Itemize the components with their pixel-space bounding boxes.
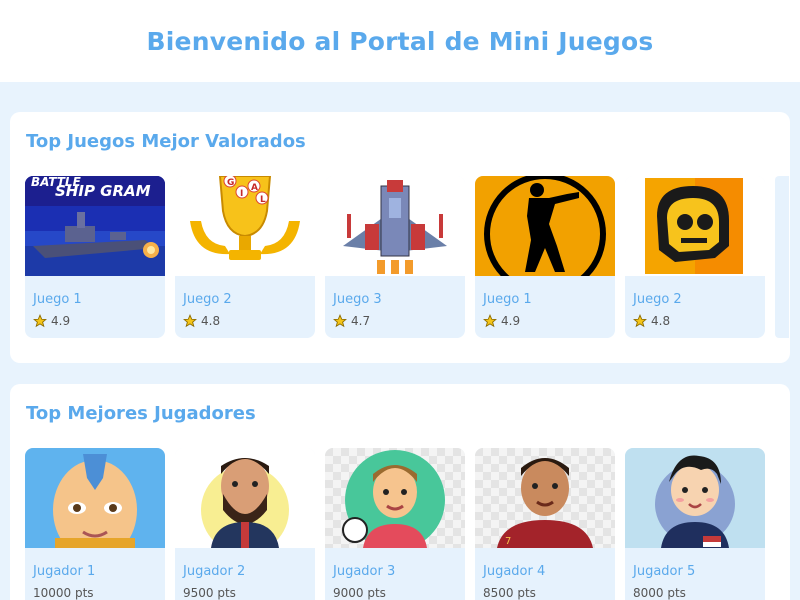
game-rating: 4.9: [33, 314, 70, 328]
player-score: 9000 pts: [333, 586, 386, 600]
player-name: Jugador 2: [183, 564, 246, 579]
player-avatar: [325, 448, 465, 548]
page-header: Bienvenido al Portal de Mini Juegos: [0, 0, 800, 82]
game-thumbnail-trophy: G I A L: [175, 176, 315, 276]
rating-value: 4.9: [51, 314, 71, 328]
player-card[interactable]: Jugador 3 9000 pts: [325, 448, 465, 600]
svg-text:7: 7: [505, 536, 511, 547]
game-name: Juego 2: [633, 292, 682, 307]
rating-value: 4.8: [651, 314, 671, 328]
thumb-title-text: SHIP GRAM: [55, 182, 151, 200]
game-thumbnail-soldier: [475, 176, 615, 276]
rating-value: 4.9: [501, 314, 521, 328]
game-card[interactable]: Juego 3 4.7: [325, 176, 465, 338]
player-avatar: [25, 448, 165, 548]
game-name: Juego 3: [333, 292, 382, 307]
game-rating: 4.7: [333, 314, 370, 328]
player-card[interactable]: 7 Jugador 4 8500 pts: [475, 448, 615, 600]
top-players-title: Top Mejores Jugadores: [26, 403, 256, 424]
rating-value: 4.8: [201, 314, 221, 328]
top-games-section: Top Juegos Mejor Valorados BATTLE SHIP G: [10, 112, 790, 363]
star-icon: [483, 314, 497, 328]
player-name: Jugador 4: [483, 564, 546, 579]
game-rating: 4.8: [183, 314, 220, 328]
game-card[interactable]: Juego 2 4.8: [625, 176, 765, 338]
player-card[interactable]: Jugador 5 8000 pts: [625, 448, 765, 600]
game-rating: 4.8: [633, 314, 670, 328]
player-name: Jugador 3: [333, 564, 396, 579]
game-name: Juego 2: [183, 292, 232, 307]
top-games-list: BATTLE SHIP GRAM Juego 1 4.9 G I A L Jue…: [25, 176, 789, 338]
star-icon: [633, 314, 647, 328]
game-thumbnail-spaceship: [325, 176, 465, 276]
star-icon: [33, 314, 47, 328]
rating-value: 4.7: [351, 314, 371, 328]
top-players-list: Jugador 1 10000 pts Jugador 2 9500 pts J…: [25, 448, 765, 600]
svg-text:L: L: [260, 195, 266, 205]
player-name: Jugador 1: [33, 564, 96, 579]
next-card-peek: [775, 176, 789, 338]
svg-text:A: A: [251, 183, 258, 193]
game-name: Juego 1: [33, 292, 82, 307]
svg-text:I: I: [240, 189, 243, 199]
star-icon: [183, 314, 197, 328]
player-score: 8000 pts: [633, 586, 686, 600]
star-icon: [333, 314, 347, 328]
game-card[interactable]: Juego 1 4.9: [475, 176, 615, 338]
player-name: Jugador 5: [633, 564, 696, 579]
player-score: 10000 pts: [33, 586, 94, 600]
game-card[interactable]: BATTLE SHIP GRAM Juego 1 4.9: [25, 176, 165, 338]
top-players-section: Top Mejores Jugadores Jugador 1 10000 pt…: [10, 384, 790, 600]
page-title: Bienvenido al Portal de Mini Juegos: [146, 26, 654, 56]
player-card[interactable]: Jugador 1 10000 pts: [25, 448, 165, 600]
player-avatar: [175, 448, 315, 548]
player-avatar: 7: [475, 448, 615, 548]
game-name: Juego 1: [483, 292, 532, 307]
game-rating: 4.9: [483, 314, 520, 328]
player-avatar: [625, 448, 765, 548]
game-card[interactable]: G I A L Juego 2 4.8: [175, 176, 315, 338]
game-thumbnail-skull: [625, 176, 765, 276]
game-thumbnail-battleship: BATTLE SHIP GRAM: [25, 176, 165, 276]
top-games-title: Top Juegos Mejor Valorados: [26, 131, 306, 152]
player-score: 9500 pts: [183, 586, 236, 600]
svg-text:G: G: [227, 178, 234, 188]
player-score: 8500 pts: [483, 586, 536, 600]
player-card[interactable]: Jugador 2 9500 pts: [175, 448, 315, 600]
